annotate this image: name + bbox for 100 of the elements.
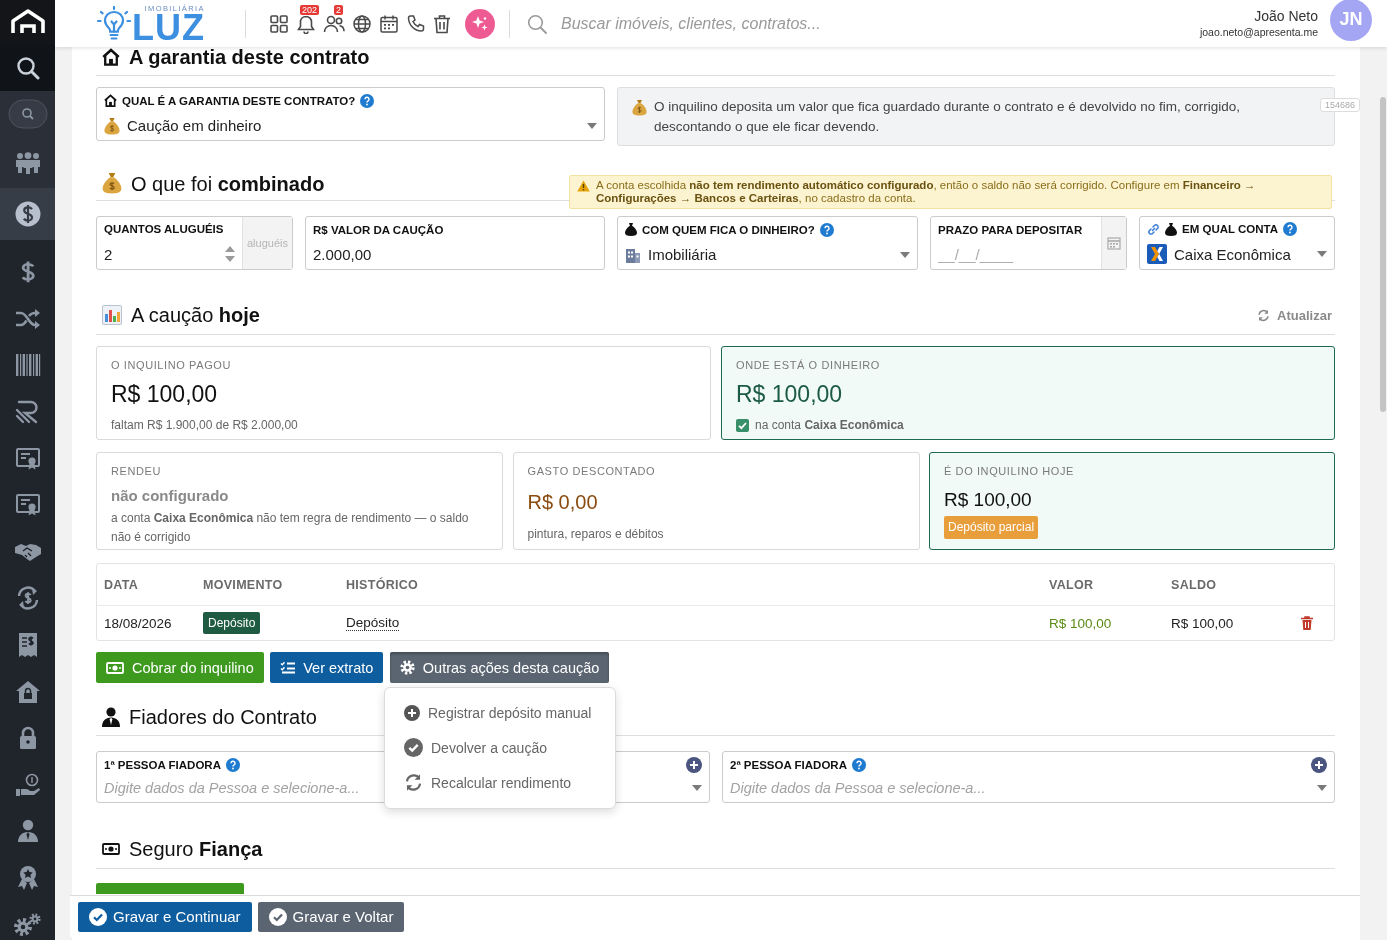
bank-logo-icon (1147, 244, 1167, 264)
sparkle-icon[interactable] (465, 8, 495, 39)
caret-icon[interactable] (587, 122, 597, 129)
date-input[interactable]: __/__/____ (938, 245, 1094, 264)
section-title: A caução hoje (131, 305, 260, 325)
amount-input[interactable]: 2.000,00 (313, 245, 373, 264)
action-button[interactable]: Outras ações desta caução (389, 652, 610, 683)
card-note: pintura, reparos e débitos (527, 526, 664, 543)
movement-badge: Depósito (203, 612, 261, 634)
notification-badge: 2 (334, 4, 343, 15)
search-pill-icon (7, 99, 48, 129)
help-icon[interactable] (225, 757, 240, 772)
lock-icon (17, 726, 38, 751)
caret-icon[interactable] (900, 251, 910, 258)
card-amount: R$ 100,00 (736, 381, 843, 407)
spinner-arrows-icon[interactable] (225, 244, 235, 264)
globe-icon[interactable] (352, 13, 372, 34)
sidebar-item[interactable] (0, 188, 55, 240)
card-note: faltam R$ 1.900,00 de R$ 2.000,00 (111, 417, 298, 434)
house-icon (102, 48, 120, 66)
help-icon[interactable] (851, 757, 866, 772)
field-label: 2ª PESSOA FIADORA (730, 757, 847, 772)
status-badge: Depósito parcial (944, 516, 1039, 539)
select-field[interactable]: EM QUAL CONTA Caixa Econômica (1139, 216, 1335, 270)
section-title: O que foi combinado (131, 174, 325, 194)
help-icon[interactable] (1283, 222, 1298, 236)
person-search-input[interactable]: Digite dados da Pessoa e selecione-a... (730, 779, 995, 798)
field-label: R$ VALOR DA CAUÇÃO (313, 222, 444, 237)
money-bill-icon (106, 660, 124, 675)
amount-field[interactable]: R$ VALOR DA CAUÇÃO 2.000,00 (305, 216, 605, 270)
gears-icon (13, 912, 42, 937)
section-title: Seguro Fiança (129, 839, 263, 859)
select-field[interactable]: QUAL É A GARANTIA DESTE CONTRATO? Caução em dinheiro (96, 87, 605, 141)
save-button[interactable]: Gravar e Continuar (78, 901, 252, 932)
house-icon (104, 94, 117, 108)
handshake-icon (13, 541, 42, 562)
card-amount: R$ 100,00 (111, 381, 218, 407)
card-label: GASTO DESCONTADO (527, 464, 656, 478)
hand-coin-icon (14, 772, 41, 797)
action-button[interactable]: Ver extrato (270, 652, 384, 683)
field-label: EM QUAL CONTA (1182, 222, 1279, 236)
action-button[interactable]: Cobrar do inquilino (96, 652, 264, 683)
table-cell: R$ 100,00 (1049, 615, 1112, 631)
trash-icon[interactable] (433, 13, 451, 34)
plus-circle-icon[interactable] (686, 756, 702, 773)
sidebar-item[interactable] (0, 44, 55, 91)
user-email: joao.neto@apresenta.me (1199, 25, 1318, 39)
card-label: ONDE ESTÁ O DINHEIRO (736, 358, 881, 372)
refresh-icon (404, 773, 423, 792)
money-bag-icon (102, 172, 122, 194)
money-bag-icon (104, 116, 120, 135)
home-icon[interactable] (9, 8, 46, 36)
check-circle-icon (89, 907, 107, 926)
person-search-input[interactable]: Digite dados da Pessoa e selecione-a... (104, 779, 369, 798)
calendar-icon[interactable] (379, 13, 399, 34)
certificate-icon (14, 493, 41, 518)
info-text: O inquilino deposita um valor que fica guardado durante o contrato e é devolvido no fim, corrigido, descontando o que ele ficar devendo. (654, 98, 1242, 136)
section-title: Fiadores do Contrato (129, 707, 317, 727)
money-bag-icon (632, 99, 647, 116)
save-button[interactable]: Gravar e Voltar (257, 901, 405, 932)
caret-icon[interactable] (1317, 785, 1327, 792)
bell-icon[interactable] (296, 13, 316, 34)
dollar-circle-icon (14, 201, 41, 227)
field-label: PRAZO PARA DEPOSITAR (938, 222, 1083, 237)
scrollbar-thumb[interactable] (1380, 97, 1386, 412)
select-field[interactable]: COM QUEM FICA O DINHEIRO? Imobiliária (617, 216, 918, 270)
check-circle-icon (404, 738, 423, 757)
plus-circle-icon[interactable] (1311, 756, 1327, 773)
caret-icon[interactable] (692, 785, 702, 792)
search-field[interactable]: Buscar imóveis, clientes, contratos... (561, 12, 981, 35)
logo-wordmark: LUZ (132, 12, 205, 43)
date-field[interactable]: PRAZO PARA DEPOSITAR __/__/____ (930, 216, 1127, 270)
history-link[interactable]: Depósito (346, 615, 400, 631)
card-label: O INQUILINO PAGOU (111, 358, 231, 372)
card-note: na conta Caixa Econômica (755, 417, 904, 434)
grid-icon[interactable] (269, 13, 289, 34)
help-icon[interactable] (360, 93, 375, 108)
bar-chart-icon (102, 305, 122, 325)
money-bill-icon (102, 842, 120, 856)
table-cell: 18/08/2026 (104, 615, 172, 631)
menu-item[interactable]: Recalcular rendimento (385, 765, 615, 800)
number-field[interactable]: QUANTOS ALUGUÉIS 2 aluguéis (96, 216, 293, 270)
card-label: É DO INQUILINO HOJE (944, 464, 1074, 478)
phone-icon[interactable] (406, 13, 426, 34)
shuffle-icon (14, 307, 41, 330)
number-input[interactable]: 2 (104, 245, 164, 263)
striped-r-icon (14, 400, 41, 425)
search-icon (15, 55, 40, 80)
person-search-field[interactable]: 2ª PESSOA FIADORA Digite dados da Pessoa e selecione-a... (722, 751, 1335, 803)
trash-icon[interactable] (1301, 616, 1313, 630)
user-name: João Neto (1254, 8, 1318, 25)
people-icon[interactable] (323, 13, 345, 34)
menu-item[interactable]: Registrar depósito manual (385, 695, 615, 730)
caret-icon[interactable] (1317, 251, 1327, 257)
record-id-badge: 154686 (1319, 98, 1360, 112)
warning-icon (577, 180, 590, 192)
house-lock-icon (14, 679, 41, 704)
plus-circle-icon[interactable] (404, 704, 420, 721)
gear-icon (399, 660, 415, 675)
help-icon[interactable] (819, 222, 834, 237)
